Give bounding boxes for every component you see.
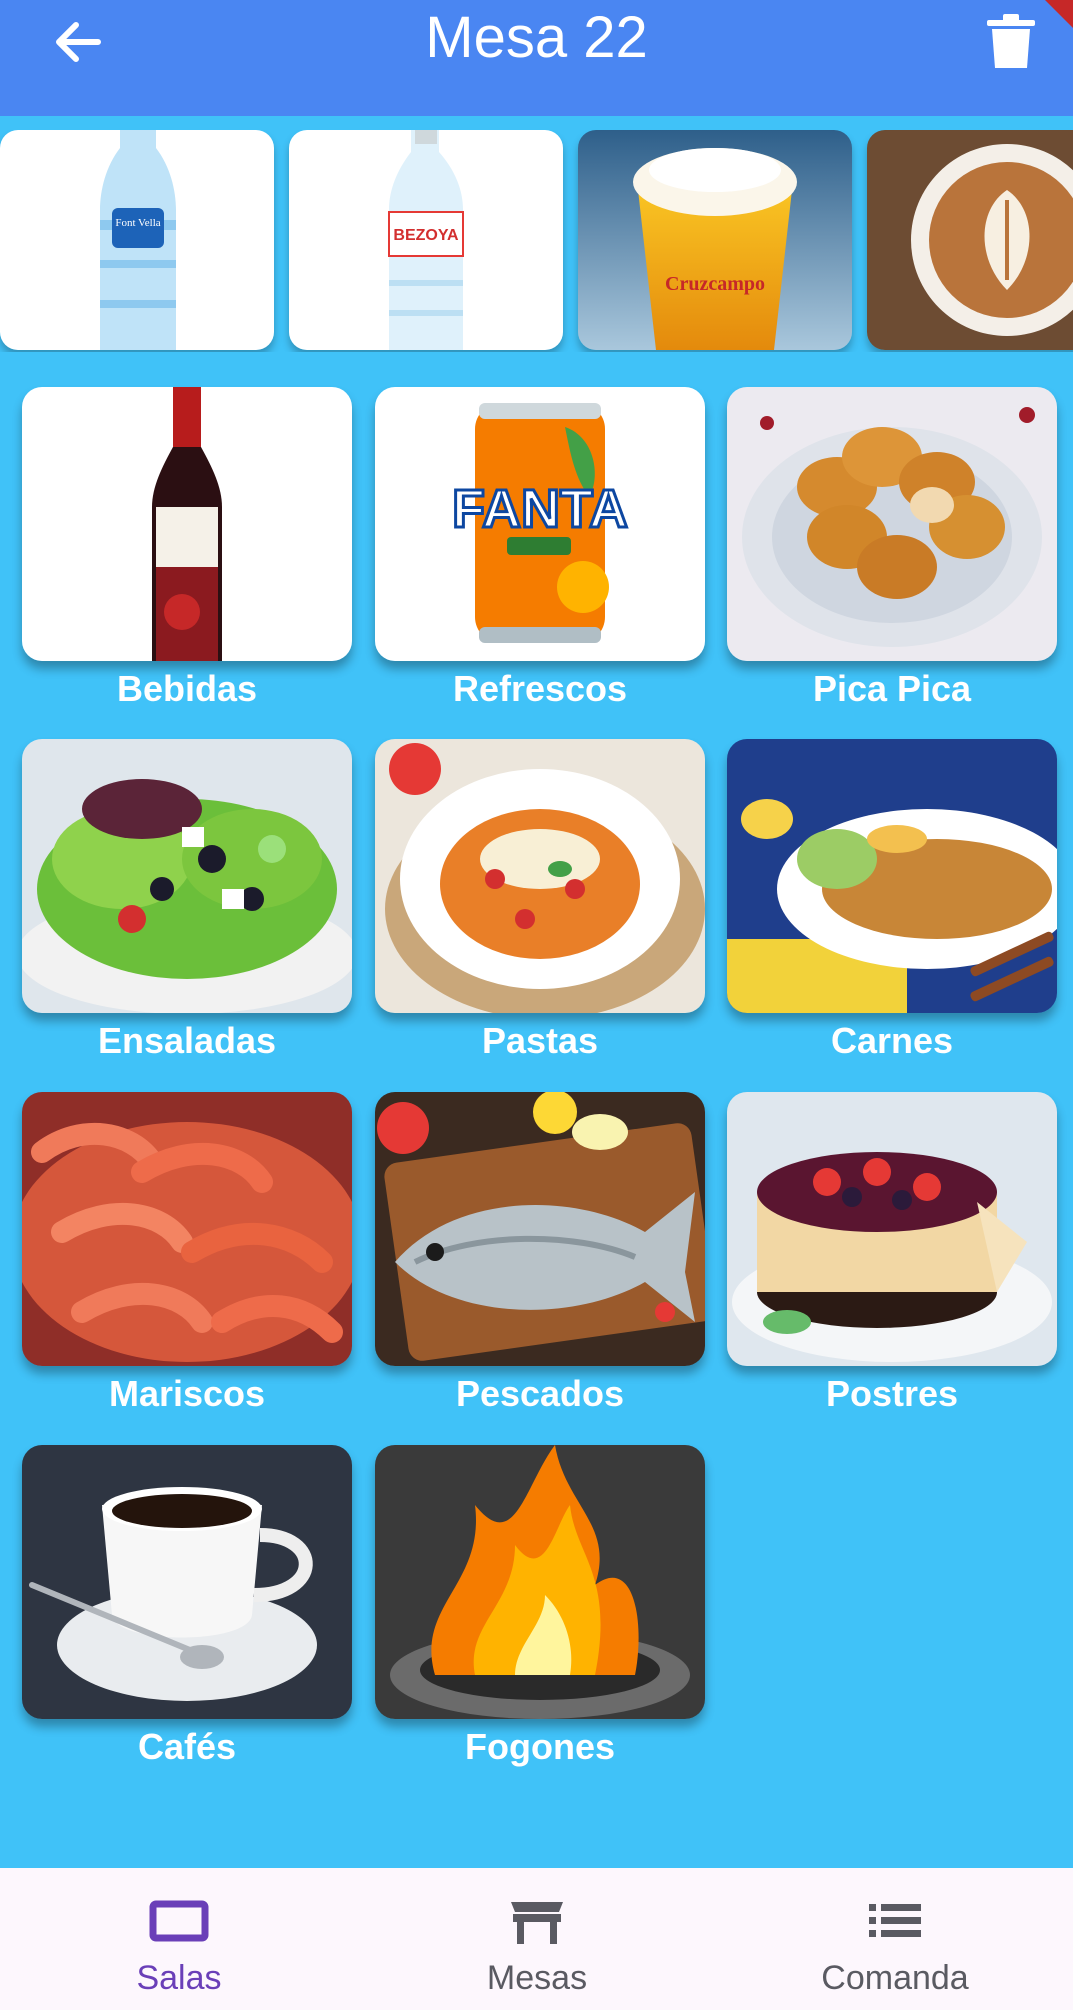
trash-icon[interactable] xyxy=(985,12,1037,70)
quick-item-bezoya[interactable]: BEZOYA xyxy=(289,130,563,350)
debug-banner-corner xyxy=(1045,0,1073,28)
nav-label: Salas xyxy=(136,1959,222,1997)
category-label: Pescados xyxy=(455,1373,625,1414)
category-refrescos[interactable]: FANTA Refrescos xyxy=(375,387,705,717)
nav-label: Comanda xyxy=(821,1959,969,1997)
category-label: Bebidas xyxy=(116,668,258,709)
nav-salas[interactable]: Salas xyxy=(0,1868,358,2010)
category-pescados[interactable]: Pescados xyxy=(375,1092,705,1422)
list-icon xyxy=(865,1896,925,1946)
category-pica-pica[interactable]: Pica Pica xyxy=(727,387,1057,717)
category-cafes[interactable]: Cafés xyxy=(22,1445,352,1775)
app-bar: Mesa 22 xyxy=(0,0,1073,116)
svg-text:FANTA: FANTA xyxy=(452,479,628,539)
page-title: Mesa 22 xyxy=(425,5,648,70)
category-image xyxy=(22,1092,352,1366)
category-fogones[interactable]: Fogones xyxy=(375,1445,705,1775)
category-image xyxy=(375,1092,705,1366)
category-label: Cafés xyxy=(137,1726,237,1767)
quick-item-coffee[interactable] xyxy=(867,130,1073,350)
category-pastas[interactable]: Pastas xyxy=(375,739,705,1069)
category-postres[interactable]: Postres xyxy=(727,1092,1057,1422)
category-image xyxy=(727,387,1057,661)
category-ensaladas[interactable]: Ensaladas xyxy=(22,739,352,1069)
category-bebidas[interactable]: Bebidas xyxy=(22,387,352,717)
quick-items-strip[interactable]: Font Vella BEZOYA Cruzcampo xyxy=(0,130,1073,352)
category-label: Pica Pica xyxy=(812,668,972,709)
quick-item-cruzcampo[interactable]: Cruzcampo xyxy=(578,130,852,350)
nav-label: Mesas xyxy=(486,1959,588,1997)
category-image: FANTA xyxy=(375,387,705,661)
nav-mesas[interactable]: Mesas xyxy=(358,1868,716,2010)
category-image xyxy=(22,387,352,661)
category-label: Refrescos xyxy=(452,668,628,709)
category-image xyxy=(375,739,705,1013)
category-label: Mariscos xyxy=(108,1373,266,1414)
category-image xyxy=(727,1092,1057,1366)
category-image xyxy=(375,1445,705,1719)
category-image xyxy=(22,1445,352,1719)
quick-item-font-vella[interactable]: Font Vella xyxy=(0,130,274,350)
category-label: Fogones xyxy=(465,1726,615,1767)
category-label: Pastas xyxy=(481,1020,599,1061)
font-vella-brand: Font Vella xyxy=(115,217,160,229)
category-image xyxy=(727,739,1057,1013)
nav-comanda[interactable]: Comanda xyxy=(716,1868,1073,2010)
category-label: Postres xyxy=(825,1373,959,1414)
rectangle-icon xyxy=(149,1896,209,1946)
table-icon xyxy=(507,1896,567,1946)
bezoya-brand: BEZOYA xyxy=(393,227,459,244)
category-label: Ensaladas xyxy=(97,1020,277,1061)
category-label: Carnes xyxy=(830,1020,954,1061)
category-mariscos[interactable]: Mariscos xyxy=(22,1092,352,1422)
bottom-navigation: Salas Mesas Comanda xyxy=(0,1868,1073,2010)
cruzcampo-brand: Cruzcampo xyxy=(665,273,765,295)
category-image xyxy=(22,739,352,1013)
category-carnes[interactable]: Carnes xyxy=(727,739,1057,1069)
